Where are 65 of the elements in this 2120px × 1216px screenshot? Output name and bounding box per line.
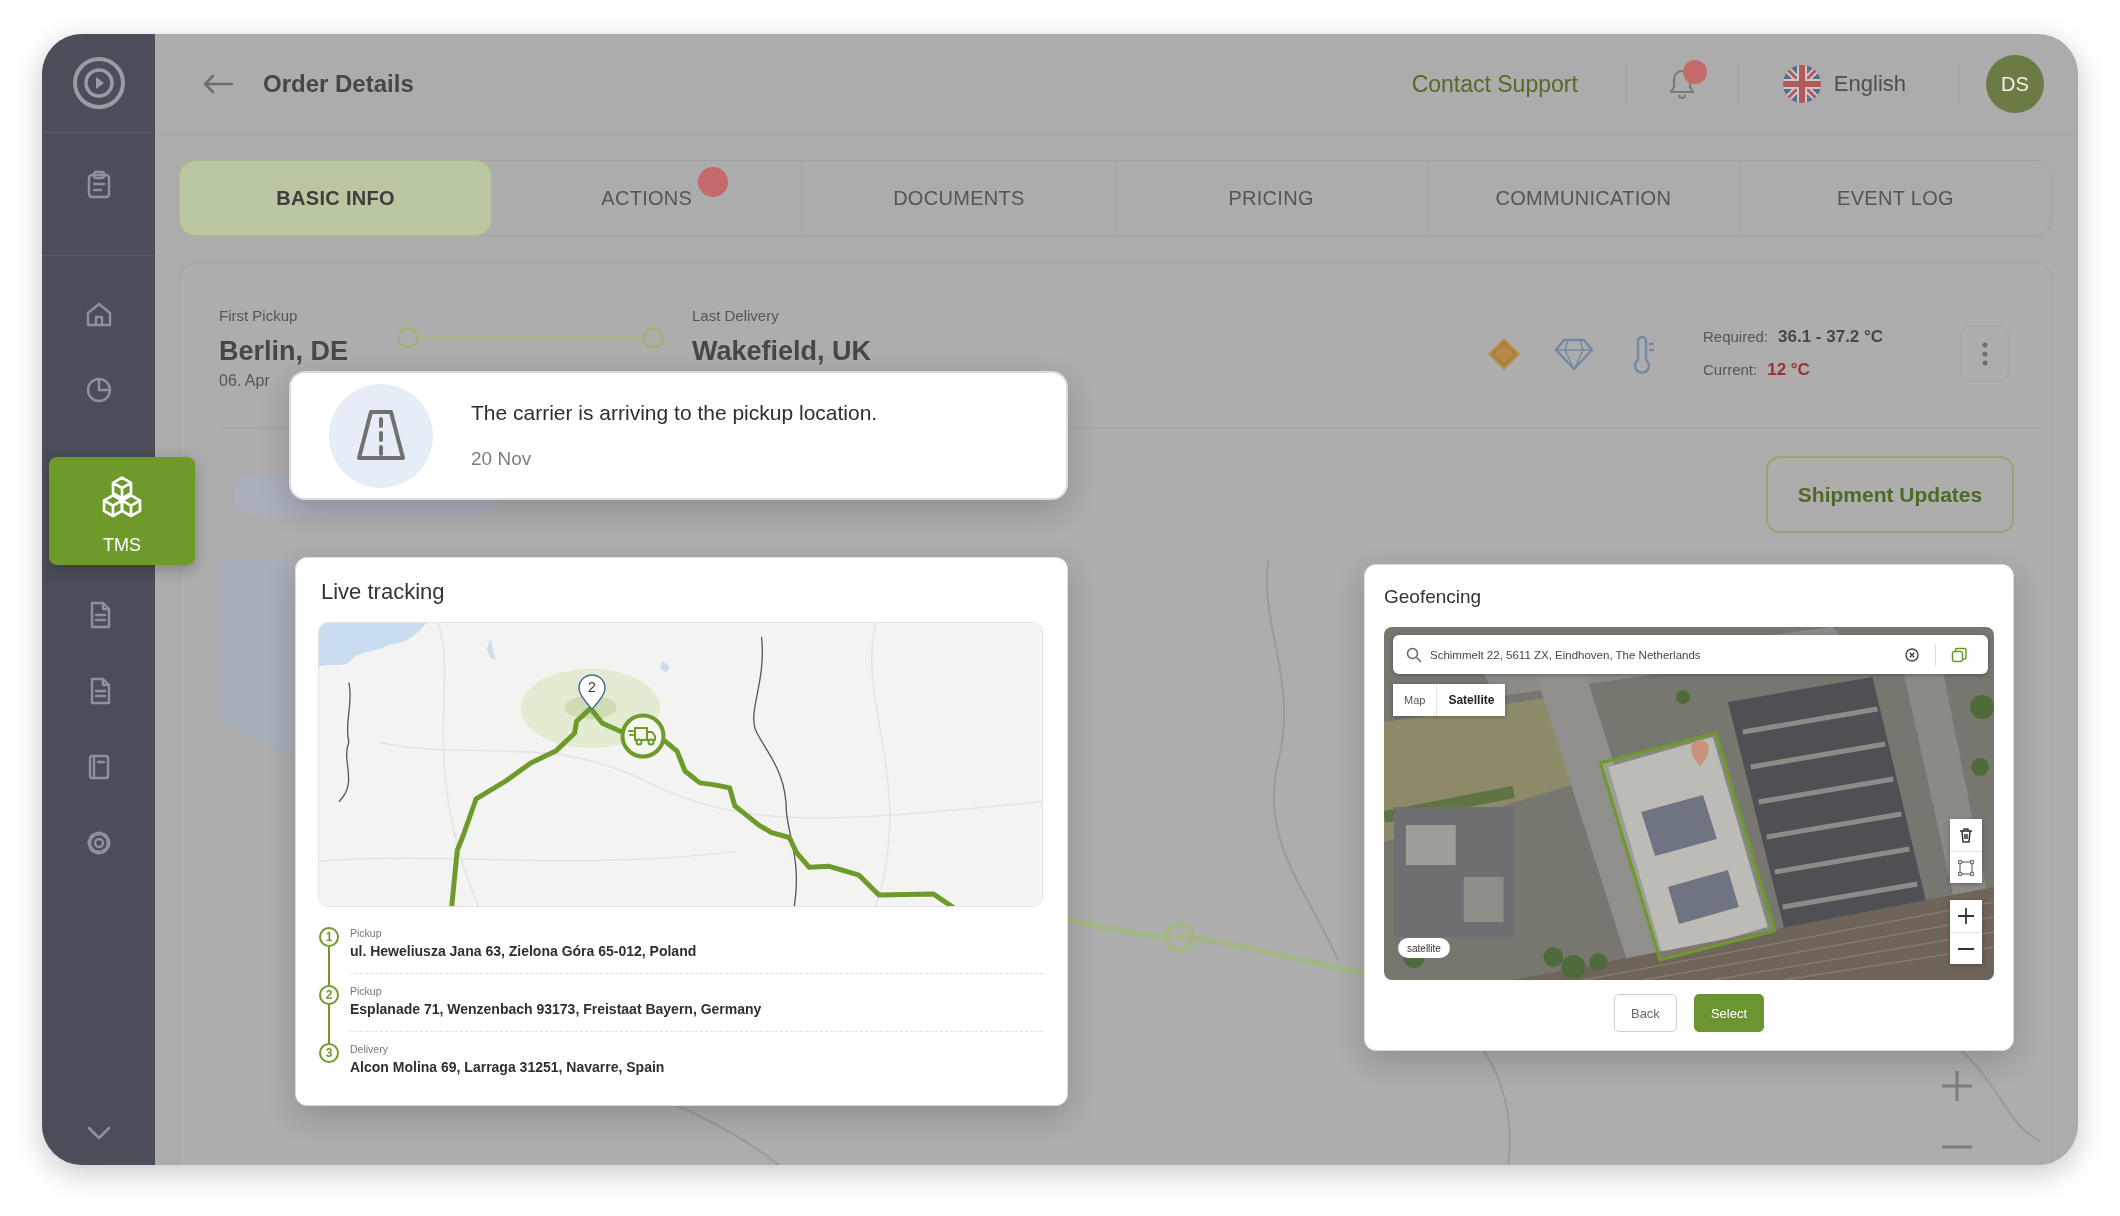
field-label: Current: [1703, 360, 1758, 380]
zoom-out-button[interactable] [1950, 932, 1982, 964]
stop-number: 1 [319, 927, 339, 947]
stop-type: Pickup [350, 985, 383, 997]
flag-icon[interactable] [1782, 65, 1821, 103]
bell-icon[interactable] [1667, 68, 1696, 100]
stop-type: Delivery [350, 1043, 389, 1055]
language-selector[interactable]: English [1833, 71, 1906, 97]
zoom-out-icon[interactable] [1942, 1145, 1972, 1149]
toast-message: The carrier is arriving to the pickup location. [471, 400, 878, 426]
tab[interactable]: BASIC INFO [179, 160, 493, 236]
diamond-icon [1486, 335, 1522, 372]
stop-address: Alcon Molina 69, Larraga 31251, Navarre, Spain [350, 1058, 666, 1077]
card-title: Live tracking [321, 578, 446, 606]
trash-icon [1958, 827, 1974, 843]
tab[interactable]: ACTIONS [491, 161, 803, 235]
copy-icon[interactable] [1951, 646, 1967, 663]
minus-icon [1958, 947, 1974, 950]
tab[interactable]: DOCUMENTS [802, 161, 1115, 235]
truck-icon [620, 713, 666, 759]
pickup-date: 06. Apr [219, 371, 271, 391]
city-name: Berlin, DE [219, 335, 350, 368]
tab[interactable]: PRICING [1114, 161, 1427, 235]
field-label: Required: [1703, 327, 1769, 347]
clear-icon[interactable] [1905, 647, 1919, 662]
city-name: Wakefield, UK [692, 335, 872, 368]
sidebar-item[interactable]: TMS [49, 457, 195, 565]
stop-number: 3 [319, 1043, 339, 1063]
card-title: Geofencing [1384, 585, 1483, 609]
pin-number: 2 [587, 679, 597, 695]
chevron-down-icon[interactable] [86, 1126, 111, 1140]
zoom-in-button[interactable] [1950, 900, 1982, 932]
back-arrow-icon[interactable] [202, 73, 233, 95]
map-pin-icon [578, 674, 606, 710]
zoom-in-icon[interactable] [1942, 1071, 1972, 1101]
contact-support-link[interactable]: Contact Support [1411, 70, 1578, 98]
delete-button[interactable] [1950, 819, 1982, 851]
field-label: Last Delivery [692, 306, 780, 326]
stop-type: Pickup [350, 927, 383, 939]
back-button[interactable]: Back [1613, 994, 1677, 1032]
stop-address: ul. Heweliusza Jana 63, Zielona Góra 65-012, Poland [350, 942, 698, 961]
temperature-value: 12 °C [1767, 359, 1810, 381]
toast-date: 20 Nov [471, 447, 533, 471]
tab[interactable]: EVENT LOG [1738, 161, 2052, 235]
tab[interactable]: COMMUNICATION [1426, 161, 1739, 235]
map-type-tab[interactable]: Map [1393, 684, 1437, 716]
user-avatar[interactable]: DS [1986, 55, 2044, 113]
select-button[interactable]: Select [1693, 994, 1764, 1032]
map-layer-label: satellite [1398, 938, 1450, 958]
temperature-value: 36.1 - 37.2 °C [1778, 326, 1884, 348]
page-title: Order Details [263, 70, 414, 98]
map-type-tab[interactable]: Satellite [1436, 684, 1506, 716]
search-icon [1406, 646, 1422, 663]
kebab-icon [1981, 341, 1988, 366]
stop-number: 2 [319, 985, 339, 1005]
field-label: First Pickup [219, 306, 299, 326]
plus-icon [1958, 908, 1974, 924]
location-pin-icon [1691, 740, 1709, 766]
polygon-icon [1958, 859, 1974, 876]
draw-polygon-button[interactable] [1950, 851, 1982, 883]
gem-icon [1554, 336, 1594, 371]
search-field[interactable]: Schimmelt 22, 5611 ZX, Eindhoven, The Netherlands [1393, 635, 1988, 674]
shipment-updates-button[interactable]: Shipment Updates [1766, 456, 2014, 533]
logo-icon[interactable] [71, 56, 126, 110]
stop-address: Esplanade 71, Wenzenbach 93173, Freistaat Bayern, Germany [350, 1000, 763, 1019]
